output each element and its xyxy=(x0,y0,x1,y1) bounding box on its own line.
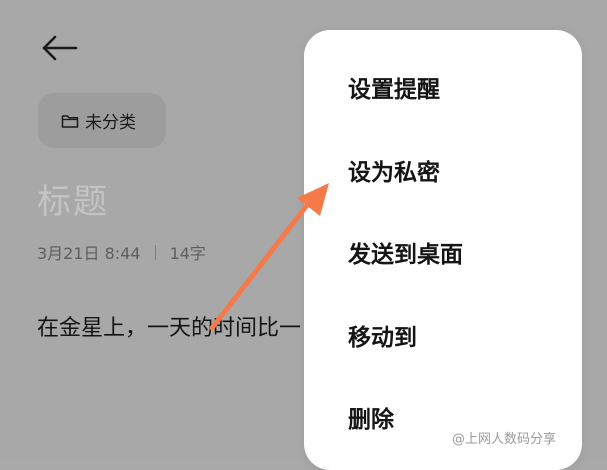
arrow-left-icon xyxy=(42,35,78,61)
menu-item-set-private[interactable]: 设为私密 xyxy=(348,153,440,187)
note-title-placeholder[interactable]: 标题 xyxy=(37,174,109,223)
note-meta: 3月21日 8:44 14字 xyxy=(37,240,206,264)
menu-item-move-to[interactable]: 移动到 xyxy=(348,318,417,352)
menu-item-delete[interactable]: 删除 xyxy=(348,400,394,434)
menu-item-set-reminder[interactable]: 设置提醒 xyxy=(348,70,440,104)
folder-icon xyxy=(61,114,79,128)
menu-item-send-to-desktop[interactable]: 发送到桌面 xyxy=(348,235,463,269)
word-count: 14字 xyxy=(169,244,206,263)
note-date: 3月21日 8:44 xyxy=(37,244,141,263)
meta-divider xyxy=(154,244,156,260)
category-chip[interactable]: 未分类 xyxy=(38,93,166,148)
watermark: @上网人数码分享 xyxy=(452,432,557,447)
category-label: 未分类 xyxy=(85,113,136,133)
back-button[interactable] xyxy=(40,32,80,64)
note-body-text[interactable]: 在金星上，一天的时间比一 xyxy=(37,310,301,342)
context-menu: 设置提醒 设为私密 发送到桌面 移动到 删除 xyxy=(304,30,582,470)
